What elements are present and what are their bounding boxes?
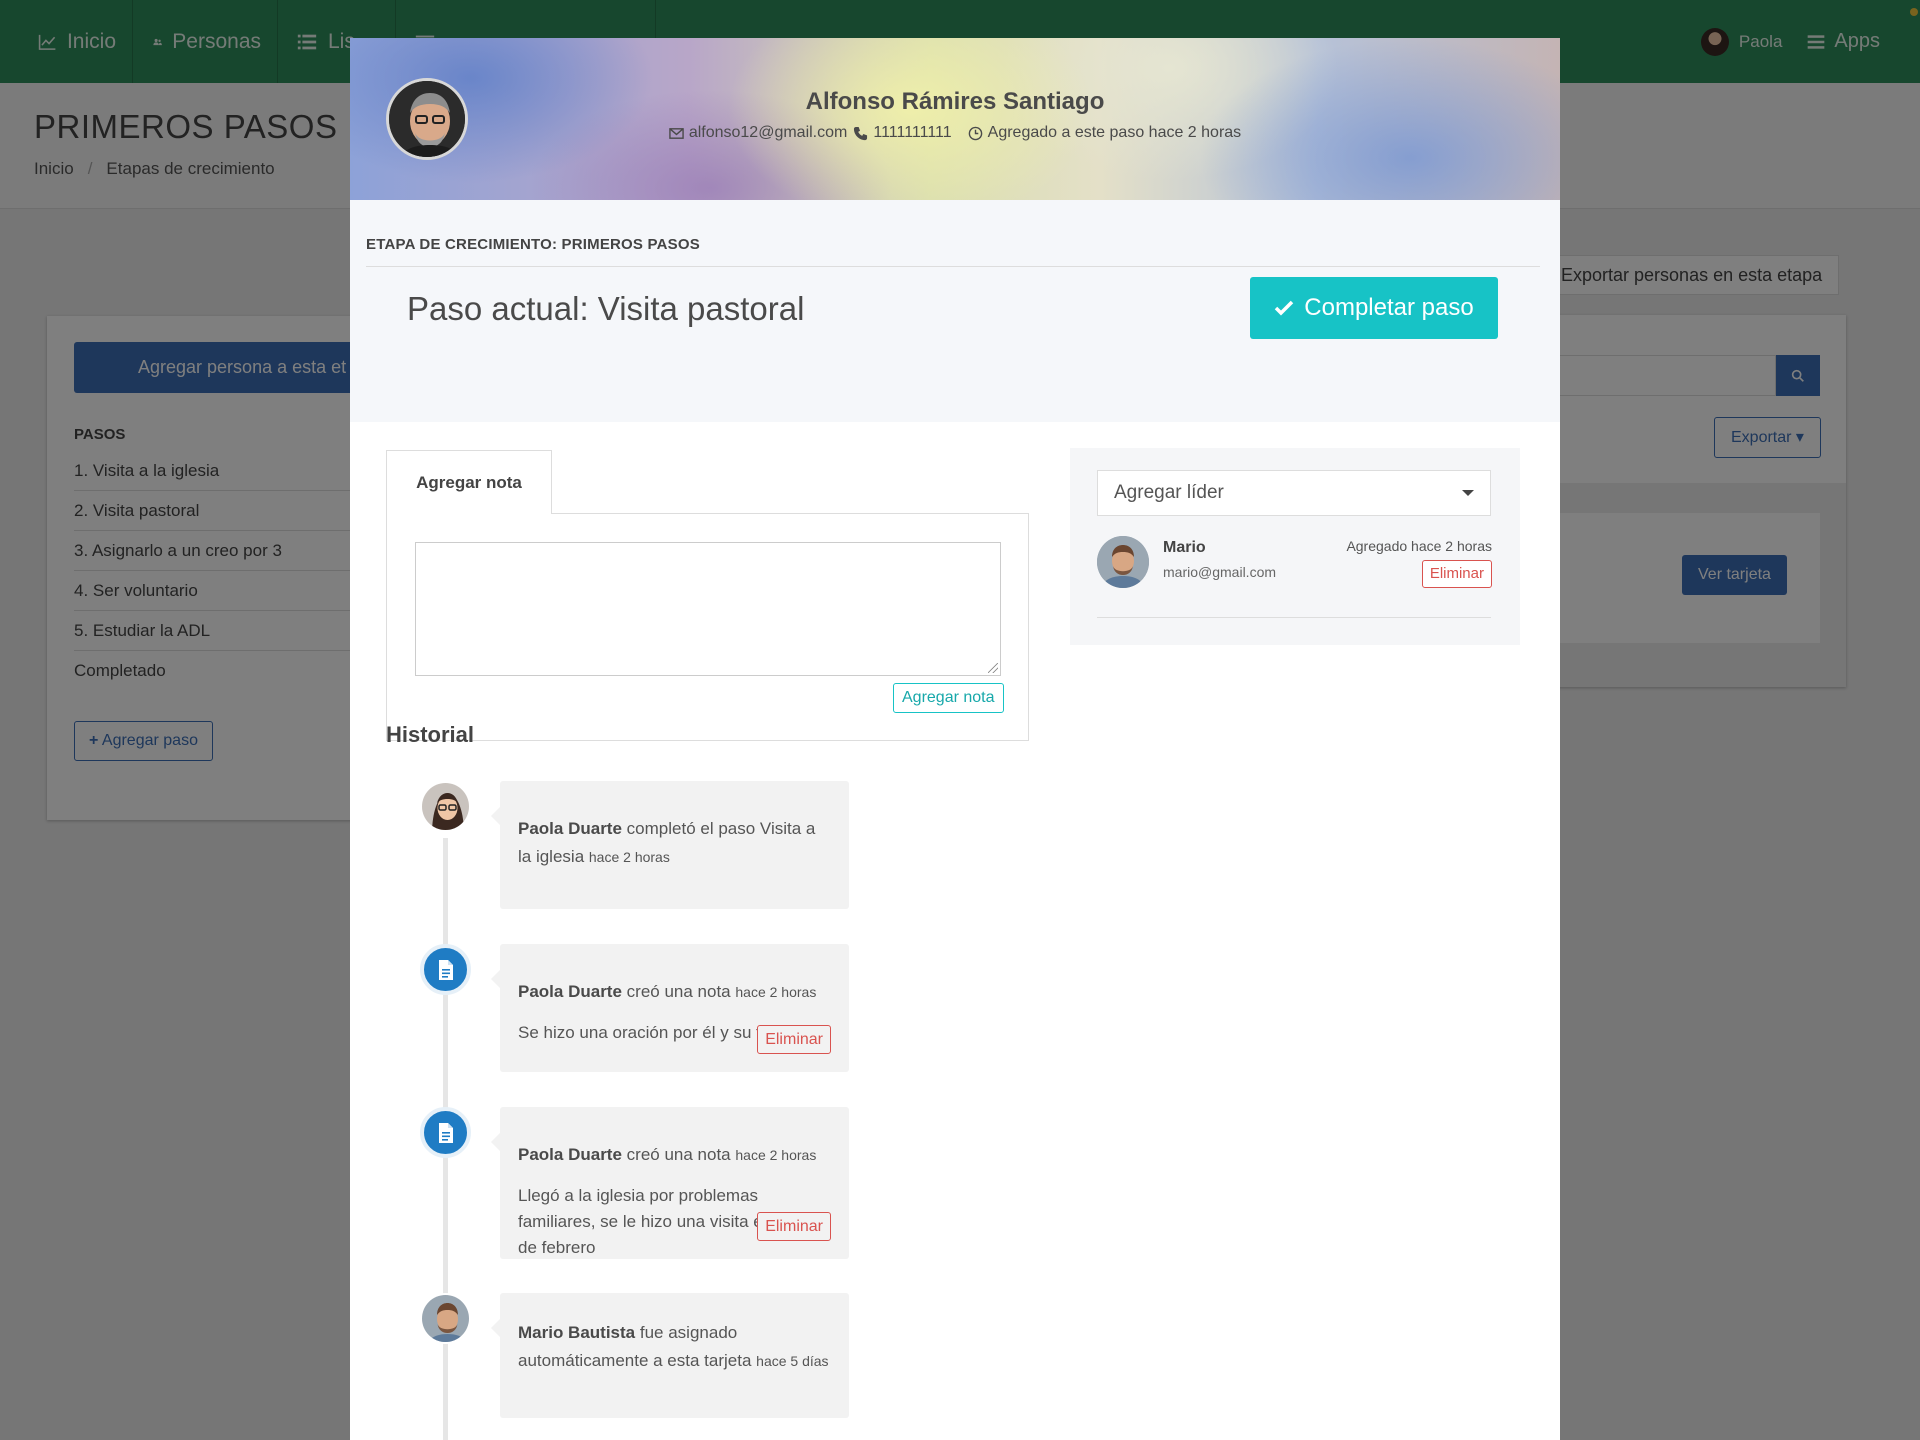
divider: [1097, 617, 1491, 618]
history-entry-text: Mario Bautista fue asignado automáticame…: [518, 1319, 831, 1375]
complete-step-label: Completar paso: [1304, 294, 1474, 321]
check-icon: [1275, 300, 1294, 316]
history-time: hace 2 horas: [735, 984, 817, 1000]
leader-added-time: Agregado hace 2 horas: [1346, 538, 1492, 554]
stage-title: ETAPA DE CRECIMIENTO: PRIMEROS PASOS: [366, 236, 700, 253]
leader-email: mario@gmail.com: [1163, 564, 1277, 580]
remove-note-button[interactable]: Eliminar: [757, 1212, 831, 1241]
history-entry: Paola Duarte creó una nota hace 2 horas …: [491, 944, 849, 1072]
history-actor: Paola Duarte: [518, 982, 622, 1001]
leaders-panel: Agregar líder Mario mario@gmail.com Agre…: [1070, 448, 1520, 645]
history-time: hace 5 días: [756, 1353, 829, 1369]
history-entry: Mario Bautista fue asignado automáticame…: [491, 1293, 849, 1418]
add-note-button[interactable]: Agregar nota: [893, 683, 1004, 713]
tab-add-note[interactable]: Agregar nota: [386, 450, 552, 514]
history-entry: Paola Duarte creó una nota hace 2 horas …: [491, 1107, 849, 1259]
note-icon: [420, 944, 471, 995]
history-time: hace 2 horas: [735, 1147, 817, 1163]
modal-header: Alfonso Rámires Santiago alfonso12@gmail…: [350, 38, 1560, 200]
client-added-text: Agregado a este paso hace 2 horas: [987, 124, 1242, 141]
history-entry-text: Paola Duarte completó el paso Visita a l…: [518, 815, 831, 871]
divider: [366, 266, 1540, 267]
current-step-title: Paso actual: Visita pastoral: [407, 290, 805, 327]
client-name: Alfonso Rámires Santiago: [805, 88, 1105, 115]
avatar: [420, 781, 471, 832]
history-entry-text: Paola Duarte creó una nota hace 2 horas: [518, 1141, 831, 1169]
avatar: [420, 1293, 471, 1344]
history-action: creó una nota: [626, 982, 731, 1001]
phone-icon: [854, 126, 868, 140]
note-panel: Agregar nota: [386, 513, 1029, 741]
resize-handle-icon[interactable]: [988, 663, 998, 673]
note-icon: [420, 1107, 471, 1158]
history-entry-text: Paola Duarte creó una nota hace 2 horas: [518, 978, 831, 1006]
add-leader-label: Agregar líder: [1114, 482, 1224, 503]
client-phone-text: 1111111111: [873, 124, 952, 141]
caret-down-icon: [1462, 490, 1474, 496]
history-entry: Paola Duarte completó el paso Visita a l…: [491, 781, 849, 909]
history-time: hace 2 horas: [588, 849, 670, 865]
note-textarea[interactable]: [415, 542, 1001, 676]
history-actor: Paola Duarte: [518, 819, 622, 838]
history-title: Historial: [386, 722, 475, 747]
client-email-text: alfonso12@gmail.com: [688, 124, 848, 141]
client-phone: 1111111111: [853, 124, 952, 142]
history-action: creó una nota: [626, 1145, 731, 1164]
add-leader-select[interactable]: Agregar líder: [1097, 470, 1491, 516]
avatar: [1097, 536, 1149, 588]
remove-note-button[interactable]: Eliminar: [757, 1025, 831, 1054]
client-added: Agregado a este paso hace 2 horas: [968, 124, 1242, 142]
leader-name: Mario: [1163, 539, 1206, 556]
clock-icon: [968, 126, 982, 140]
client-meta: alfonso12@gmail.com 1111111111 Agregado …: [350, 124, 1560, 142]
person-card-modal: Alfonso Rámires Santiago alfonso12@gmail…: [350, 38, 1560, 1440]
history-actor: Paola Duarte: [518, 1145, 622, 1164]
remove-leader-button[interactable]: Eliminar: [1421, 560, 1492, 588]
client-email[interactable]: alfonso12@gmail.com: [669, 124, 848, 142]
history-actor: Mario Bautista: [518, 1323, 636, 1342]
complete-step-button[interactable]: Completar paso: [1250, 277, 1498, 339]
envelope-icon: [669, 127, 684, 139]
stage-section: ETAPA DE CRECIMIENTO: PRIMEROS PASOS Pas…: [350, 200, 1560, 422]
